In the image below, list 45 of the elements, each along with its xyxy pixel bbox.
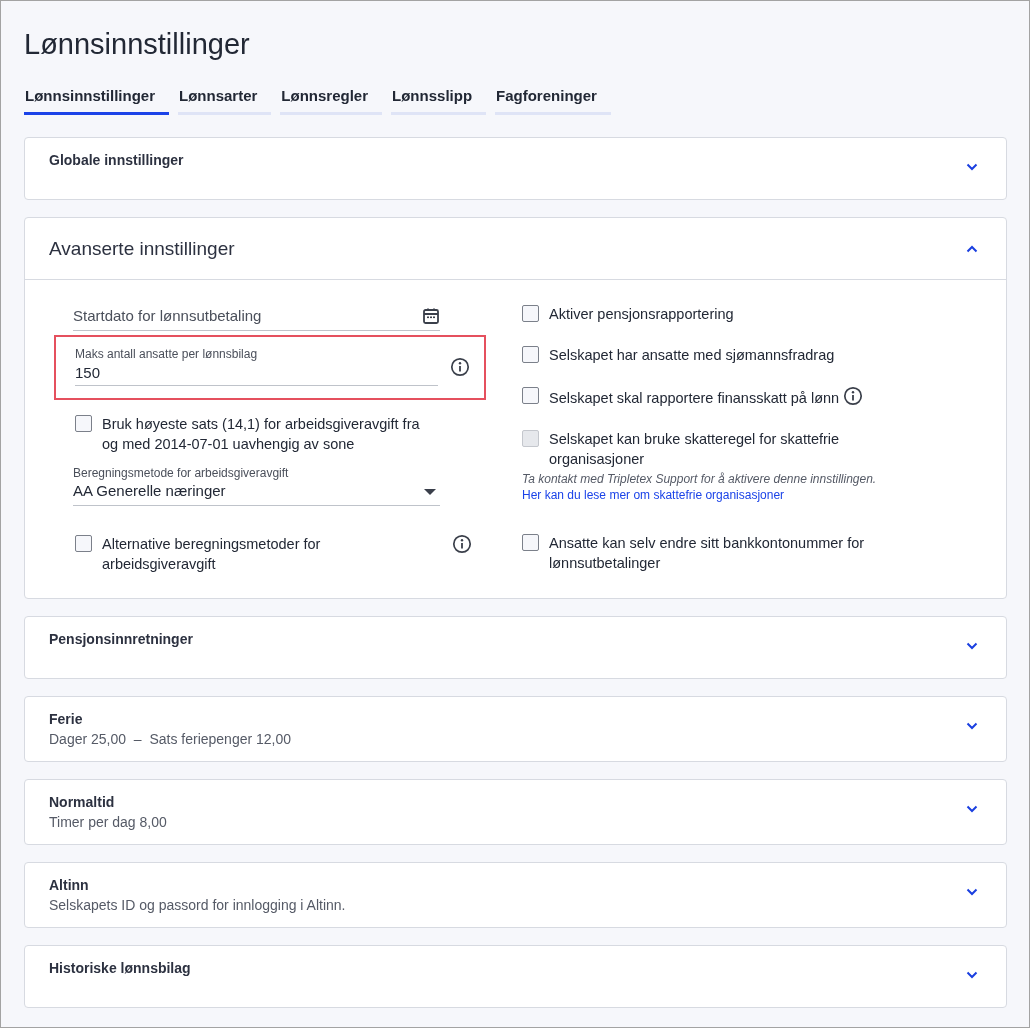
date-field[interactable]: Startdato for lønnsutbetaling <box>73 302 440 331</box>
panel-title: Avanserte innstillinger <box>49 237 236 260</box>
tab[interactable]: Lønnsslipp <box>391 87 487 115</box>
checkbox-label: Alternative beregningsmetoder for arbeidsgiveravgift <box>102 535 322 574</box>
caret-icon <box>424 489 436 496</box>
panel-subtitle: Timer per dag 8,00 <box>49 814 168 830</box>
checkbox-label: Ansatte kan selv endre sitt bankkontonummer for lønnsutbetalinger <box>549 534 866 573</box>
checkbox[interactable] <box>522 305 539 322</box>
panel-header[interactable]: Pensjonsinnretninger <box>25 617 1006 678</box>
checkbox-label: Aktiver pensjonsrapportering <box>549 305 735 324</box>
number-field[interactable]: Maks antall ansatte per lønnsbilag 150 <box>75 347 438 386</box>
tab[interactable]: Lønnsarter <box>178 87 272 115</box>
checkbox[interactable] <box>522 534 539 551</box>
panel-subtitle: Dager 25,00 – Sats feriepenger 12,00 <box>49 731 293 747</box>
panel-header[interactable]: Avanserte innstillinger <box>25 218 1006 280</box>
checkbox-label: Selskapet skal rapportere finansskatt på lønn <box>549 386 909 408</box>
panel-header[interactable]: Globale innstillinger <box>25 138 1006 199</box>
panel-header[interactable]: Ferie Dager 25,00 – Sats feriepenger 12,00 <box>25 697 1006 761</box>
tab[interactable]: Lønnsinnstillinger <box>24 87 169 115</box>
checkbox[interactable] <box>75 415 92 432</box>
tab[interactable]: Lønnsregler <box>280 87 383 115</box>
info-icon[interactable] <box>843 386 864 406</box>
checkbox[interactable] <box>522 346 539 363</box>
help-note: Ta kontakt med Tripletex Support for å aktivere denne innstillingen. <box>522 472 878 486</box>
panel-subtitle: Selskapets ID og passord for innlogging i Altinn. <box>49 897 347 913</box>
checkbox[interactable] <box>75 535 92 552</box>
info-icon[interactable] <box>452 534 472 554</box>
checkbox-label: Bruk høyeste sats (14,1) for arbeidsgiveravgift fra og med 2014-07-01 uavhengig av sone <box>102 415 421 454</box>
panel-title: Historiske lønnsbilag <box>49 960 192 976</box>
tab[interactable]: Fagforeninger <box>495 87 611 115</box>
info-icon[interactable] <box>450 356 470 377</box>
panel-title: Ferie <box>49 711 84 727</box>
panel-title: Altinn <box>49 877 90 893</box>
panel-header[interactable]: Altinn Selskapets ID og passord for innlogging i Altinn. <box>25 863 1006 927</box>
select-field[interactable]: Beregningsmetode for arbeidsgiveravgift AA Generelle næringer <box>73 466 440 506</box>
panel-title: Globale innstillinger <box>49 152 185 168</box>
checkbox[interactable] <box>522 387 539 404</box>
calendar-icon <box>422 307 440 325</box>
checkbox-label: Selskapet har ansatte med sjømannsfradrag <box>549 346 836 365</box>
panel-header[interactable]: Normaltid Timer per dag 8,00 <box>25 780 1006 844</box>
panel-title: Normaltid <box>49 794 116 810</box>
panel-title: Pensjonsinnretninger <box>49 631 194 647</box>
page-title: Lønnsinnstillinger <box>24 27 251 62</box>
panel-header[interactable]: Historiske lønnsbilag <box>25 946 1006 1007</box>
checkbox-label: Selskapet kan bruke skatteregel for skattefrie organisasjoner <box>549 430 841 469</box>
